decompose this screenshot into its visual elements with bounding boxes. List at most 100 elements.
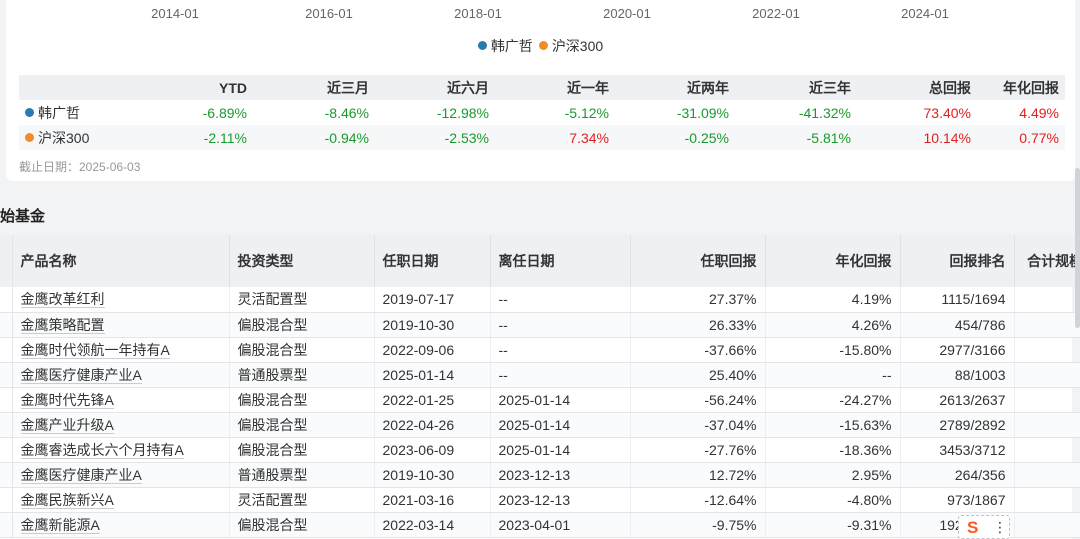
fund-name-link[interactable]: 金鹰产业升级A	[20, 416, 114, 434]
funds-header-cell[interactable]: 合计规模(亿元)	[1014, 235, 1080, 287]
fund-cell: 2.84	[1014, 337, 1080, 363]
page-scrollbar[interactable]	[1075, 168, 1080, 328]
funds-header-cell[interactable]: 产品名称	[12, 235, 230, 287]
fund-row[interactable]: 金鹰策略配置 偏股混合型 2019-10-30 -- 26.33% 4.26% 454/78…	[0, 312, 1080, 338]
fund-cell: 2023-06-09	[374, 437, 491, 463]
fund-name-link[interactable]: 金鹰医疗健康产业A	[20, 466, 142, 484]
fund-name-cell[interactable]: 金鹰医疗健康产业A	[12, 362, 230, 388]
fund-row[interactable]: 金鹰新能源A 偏股混合型 2022-03-14 2023-04-01 -9.75% -9.…	[0, 512, 1080, 538]
fund-row[interactable]: 金鹰民族新兴A 灵活配置型 2021-03-16 2023-12-13 -12.64% -…	[0, 487, 1080, 513]
fund-cell: -9.31%	[765, 512, 901, 538]
fund-row-spacer	[0, 287, 13, 313]
funds-header-cell[interactable]: 年化回报	[765, 235, 901, 287]
fund-cell: 2019-10-30	[374, 312, 491, 338]
perf-value: -5.81%	[806, 129, 851, 146]
series-dot-icon	[25, 132, 34, 142]
fund-cell: -37.66%	[630, 337, 766, 363]
fund-cell: 2025-01-14	[490, 387, 631, 413]
chart-legend: 韩广哲 沪深300	[6, 36, 1075, 56]
funds-header-spacer	[0, 235, 13, 287]
funds-header-row: 产品名称投资类型任职日期离任日期任职回报年化回报回报排名合计规模(亿元)	[0, 235, 1080, 287]
fund-row[interactable]: 金鹰时代领航一年持有A 偏股混合型 2022-09-06 -- -37.66% -15.8…	[0, 337, 1080, 363]
fund-cell: 偏股混合型	[229, 337, 375, 363]
fund-name-link[interactable]: 金鹰民族新兴A	[20, 491, 114, 509]
fund-cell: 1115/1694	[900, 287, 1015, 313]
funds-header-cell[interactable]: 任职日期	[374, 235, 491, 287]
fund-cell: 偏股混合型	[229, 512, 375, 538]
fund-cell: 454/786	[900, 312, 1015, 338]
fund-name-link[interactable]: 金鹰时代领航一年持有A	[20, 341, 170, 359]
fund-cell: 2022-03-14	[374, 512, 491, 538]
fund-cell: 偏股混合型	[229, 312, 375, 338]
fund-cell: 普通股票型	[229, 362, 375, 388]
fund-name-link[interactable]: 金鹰新能源A	[20, 516, 100, 534]
fund-cell: 3453/3712	[900, 437, 1015, 463]
fund-cell: 灵活配置型	[229, 487, 375, 513]
funds-header-cell[interactable]: 投资类型	[229, 235, 375, 287]
fund-name-cell[interactable]: 金鹰时代先锋A	[12, 387, 230, 413]
fund-row[interactable]: 金鹰产业升级A 偏股混合型 2022-04-26 2025-01-14 -37.04% -…	[0, 412, 1080, 438]
manager-performance-card: 2014-01 2016-01 2018-01 2020-01 2022-01 2024-…	[6, 0, 1075, 181]
perf-value: -6.89%	[202, 104, 247, 121]
fund-name-cell[interactable]: 金鹰睿选成长六个月持有A	[12, 437, 230, 463]
fund-row[interactable]: 金鹰医疗健康产业A 普通股票型 2025-01-14 -- 25.40% -- 88/100…	[0, 362, 1080, 388]
fund-cell: 灵活配置型	[229, 287, 375, 313]
fund-cell: 普通股票型	[229, 462, 375, 488]
legend-label: 沪深300	[551, 38, 604, 54]
perf-header-cell: 近两年	[687, 79, 729, 96]
fund-cell: 4.19%	[765, 287, 901, 313]
perf-value: -31.09%	[676, 104, 729, 121]
fund-cell: -4.80%	[765, 487, 901, 513]
fund-cell: -15.80%	[765, 337, 901, 363]
fund-cell: 4.84	[1014, 362, 1080, 388]
funds-header-cell[interactable]: 离任日期	[490, 235, 631, 287]
perf-value: -41.32%	[798, 104, 851, 121]
fund-cell: -15.63%	[765, 412, 901, 438]
fund-cell: 2023-12-13	[490, 487, 631, 513]
fund-name-link[interactable]: 金鹰睿选成长六个月持有A	[20, 441, 184, 459]
legend-item[interactable]: 韩广哲	[477, 36, 533, 56]
fund-cell: --	[490, 337, 631, 363]
floating-toolbar[interactable]: S ⋮	[958, 515, 1010, 539]
fund-cell: 0.14	[1014, 437, 1080, 463]
fund-row[interactable]: 金鹰时代先锋A 偏股混合型 2022-01-25 2025-01-14 -56.24% -…	[0, 387, 1080, 413]
legend-item[interactable]: 沪深300	[538, 36, 604, 56]
perf-header-cell: 近一年	[567, 79, 609, 96]
fund-name-cell[interactable]: 金鹰民族新兴A	[12, 487, 230, 513]
fund-name-cell[interactable]: 金鹰策略配置	[12, 312, 230, 338]
fund-name-cell[interactable]: 金鹰产业升级A	[12, 412, 230, 438]
fund-cell: 2977/3166	[900, 337, 1015, 363]
performance-header-row: YTD 近三月 近六月 近一年 近两年 近三年 总回报 年化回报	[19, 75, 1065, 100]
fund-row-spacer	[0, 462, 13, 488]
funds-header-cell[interactable]: 回报排名	[900, 235, 1015, 287]
funds-header-cell[interactable]: 任职回报	[630, 235, 766, 287]
fund-name-link[interactable]: 金鹰策略配置	[20, 316, 105, 334]
fund-name-link[interactable]: 金鹰时代先锋A	[20, 391, 114, 409]
fund-cell: 6.97	[1014, 487, 1080, 513]
fund-name-link[interactable]: 金鹰改革红利	[20, 291, 105, 309]
fund-name-cell[interactable]: 金鹰时代领航一年持有A	[12, 337, 230, 363]
fund-name-cell[interactable]: 金鹰医疗健康产业A	[12, 462, 230, 488]
perf-header-cell: 近三年	[809, 79, 851, 96]
chart-x-axis: 2014-01 2016-01 2018-01 2020-01 2022-01 2024-…	[6, 0, 1075, 24]
x-tick-label: 2018-01	[454, 6, 502, 21]
fund-cell: 12.72%	[630, 462, 766, 488]
perf-value: -12.98%	[436, 104, 489, 121]
fund-name-cell[interactable]: 金鹰新能源A	[12, 512, 230, 538]
fund-row[interactable]: 金鹰睿选成长六个月持有A 偏股混合型 2023-06-09 2025-01-14 -27…	[0, 437, 1080, 463]
fund-cell: 2022-09-06	[374, 337, 491, 363]
fund-cell: 2025-01-14	[490, 437, 631, 463]
fund-row[interactable]: 金鹰医疗健康产业A 普通股票型 2019-10-30 2023-12-13 12.72%…	[0, 462, 1080, 488]
more-options-icon[interactable]: ⋮	[993, 519, 1007, 536]
fund-row[interactable]: 金鹰改革红利 灵活配置型 2019-07-17 -- 27.37% 4.19% 1115/1…	[0, 287, 1080, 313]
fund-cell: -24.27%	[765, 387, 901, 413]
fund-name-cell[interactable]: 金鹰改革红利	[12, 287, 230, 313]
perf-value: 7.34%	[569, 129, 609, 146]
fund-cell: -56.24%	[630, 387, 766, 413]
fund-cell: --	[490, 287, 631, 313]
perf-row-label: 沪深300	[38, 129, 90, 146]
fund-cell: 8.54	[1014, 412, 1080, 438]
fund-name-link[interactable]: 金鹰医疗健康产业A	[20, 366, 142, 384]
sogou-s-icon[interactable]: S	[967, 518, 978, 538]
perf-row-name: 沪深300	[19, 125, 139, 150]
